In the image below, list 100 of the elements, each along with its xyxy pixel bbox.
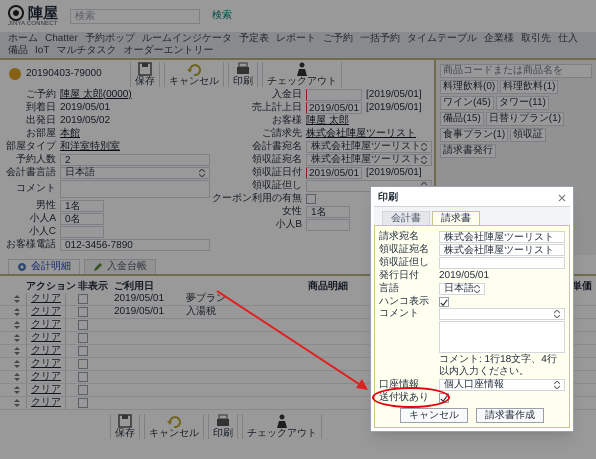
checkbox[interactable] xyxy=(78,372,88,382)
nav-link[interactable]: IoT xyxy=(35,45,50,57)
select-field[interactable]: 日本語 xyxy=(60,166,210,178)
clear-button[interactable]: クリア xyxy=(26,397,66,409)
category-button[interactable]: 料理飲料(1) xyxy=(500,80,558,94)
nav-link[interactable]: 一括予約 xyxy=(360,33,400,45)
link[interactable]: 陣屋 太郎 xyxy=(306,114,349,126)
field-label: 領収証但し xyxy=(379,256,430,268)
category-button[interactable]: タワー(11) xyxy=(496,96,549,110)
drag-handle-icon xyxy=(14,308,20,316)
clear-button[interactable]: クリア xyxy=(26,371,66,383)
clear-button[interactable]: クリア xyxy=(26,358,66,370)
date-link[interactable]: [2019/05/01] xyxy=(366,166,422,178)
date-link[interactable]: [2019/05/01] xyxy=(366,102,422,114)
date-field[interactable] xyxy=(306,88,362,100)
printer-icon xyxy=(236,62,250,76)
toolbar-button[interactable]: チェックアウト xyxy=(262,62,342,86)
text-area[interactable] xyxy=(60,180,210,198)
nav-link[interactable]: 備品 xyxy=(8,45,28,57)
category-button[interactable]: 請求書発行 xyxy=(440,144,496,158)
search-button[interactable]: 検索 xyxy=(212,10,232,22)
dialog-button[interactable]: キャンセル xyxy=(400,408,468,423)
field-label: 出発日 xyxy=(25,114,56,126)
category-button[interactable]: 領収証 xyxy=(510,128,546,142)
nav-link[interactable]: 仕入 xyxy=(558,33,578,45)
checkbox[interactable] xyxy=(78,294,88,304)
tab[interactable]: 会計書 xyxy=(382,211,430,225)
nav-link[interactable]: ルームインジケータ xyxy=(142,33,232,45)
toolbar-button[interactable]: キャンセル xyxy=(164,62,224,86)
nav-link[interactable]: マルチタスク xyxy=(56,45,116,57)
input-field[interactable]: 2 xyxy=(60,154,210,166)
select-field[interactable]: 株式会社陣屋ツーリスト xyxy=(306,154,432,166)
tab[interactable]: 会計明細 xyxy=(8,259,80,274)
nav-link[interactable]: オーダーエントリー xyxy=(123,45,214,57)
dropdown-arrow-icon xyxy=(554,380,560,388)
toolbar-button[interactable]: チェックアウト xyxy=(242,414,322,438)
input-field[interactable]: 株式会社陣屋ツーリスト xyxy=(439,230,565,242)
checkbox[interactable] xyxy=(78,333,88,343)
link[interactable]: 陣屋 太郎(0000) xyxy=(60,88,132,100)
nav-link[interactable]: Chatter xyxy=(45,33,78,45)
column-header: アクション xyxy=(26,280,77,292)
dialog-button[interactable]: 請求書作成 xyxy=(476,408,544,423)
column-header: ご利用日 xyxy=(114,280,155,292)
close-icon xyxy=(558,194,566,202)
toolbar-button[interactable]: 保存 xyxy=(130,62,160,86)
toolbar-button[interactable]: 印刷 xyxy=(228,62,258,86)
category-button[interactable]: ワイン(45) xyxy=(440,96,494,110)
category-button[interactable]: 料理飲料(0) xyxy=(440,80,498,94)
checkbox[interactable] xyxy=(78,320,88,330)
checkbox[interactable] xyxy=(306,194,316,204)
date-field[interactable]: 2019/05/01 xyxy=(306,102,362,114)
checkbox[interactable] xyxy=(439,296,449,306)
clear-button[interactable]: クリア xyxy=(26,293,66,305)
date-link[interactable]: [2019/05/01] xyxy=(366,88,422,100)
toolbar-button[interactable]: 印刷 xyxy=(208,414,238,438)
nav-link[interactable]: 企業様 xyxy=(484,33,514,45)
clear-button[interactable]: クリア xyxy=(26,306,66,318)
link[interactable]: 株式会社陣屋ツーリスト xyxy=(306,128,416,140)
nav-link[interactable]: レポート xyxy=(276,33,316,45)
checkbox[interactable] xyxy=(78,307,88,317)
select-field[interactable]: 日本語 xyxy=(439,282,485,294)
nav-link[interactable]: タイムテーブル xyxy=(406,33,477,45)
input-field[interactable]: 012-3456-7890 xyxy=(60,238,210,250)
tab[interactable]: 請求書 xyxy=(432,211,480,225)
search-field[interactable]: 検索 xyxy=(70,8,200,24)
category-button[interactable]: 日替りプラン(1) xyxy=(486,112,564,126)
toolbar-button[interactable]: 保存 xyxy=(110,414,140,438)
nav-link[interactable]: ご予約 xyxy=(322,33,353,45)
link[interactable]: 本館 xyxy=(60,128,80,140)
input-field[interactable] xyxy=(60,226,104,238)
select-field[interactable] xyxy=(439,308,565,320)
nav-link[interactable]: 予約ポップ xyxy=(84,33,135,45)
input-field[interactable]: 0名 xyxy=(60,212,104,224)
toolbar-button[interactable]: キャンセル xyxy=(144,414,204,438)
checkbox[interactable] xyxy=(78,398,88,408)
input-field[interactable]: 1名 xyxy=(306,206,350,218)
input-field[interactable]: 1名 xyxy=(60,200,104,212)
category-button[interactable]: 食事プラン(1) xyxy=(440,128,508,142)
nav-link[interactable]: 取引先 xyxy=(520,33,551,45)
select-field[interactable]: 個人口座情報 xyxy=(439,378,565,390)
checkbox[interactable] xyxy=(78,385,88,395)
input-field[interactable] xyxy=(306,218,350,230)
date-field[interactable]: 2019/05/01 xyxy=(306,166,362,178)
search-hint: 商品コードまたは商品名を xyxy=(440,64,592,78)
clear-button[interactable]: クリア xyxy=(26,319,66,331)
checkbox[interactable] xyxy=(78,346,88,356)
link[interactable]: 和洋室特別室 xyxy=(60,140,120,152)
nav-link[interactable]: 予定表 xyxy=(238,33,269,45)
clear-button[interactable]: クリア xyxy=(26,384,66,396)
category-button[interactable]: 備品(15) xyxy=(440,112,484,126)
input-field[interactable] xyxy=(439,256,565,268)
input-field[interactable]: 株式会社陣屋ツーリスト xyxy=(439,244,565,256)
checkbox[interactable] xyxy=(78,359,88,369)
clear-button[interactable]: クリア xyxy=(26,345,66,357)
curved-arrow-icon xyxy=(167,414,181,428)
select-field[interactable]: 株式会社陣屋ツーリスト xyxy=(306,140,432,152)
text-area[interactable] xyxy=(439,321,565,353)
nav-link[interactable]: ホーム xyxy=(8,33,38,45)
clear-button[interactable]: クリア xyxy=(26,332,66,344)
tab[interactable]: 入金台帳 xyxy=(84,259,156,274)
